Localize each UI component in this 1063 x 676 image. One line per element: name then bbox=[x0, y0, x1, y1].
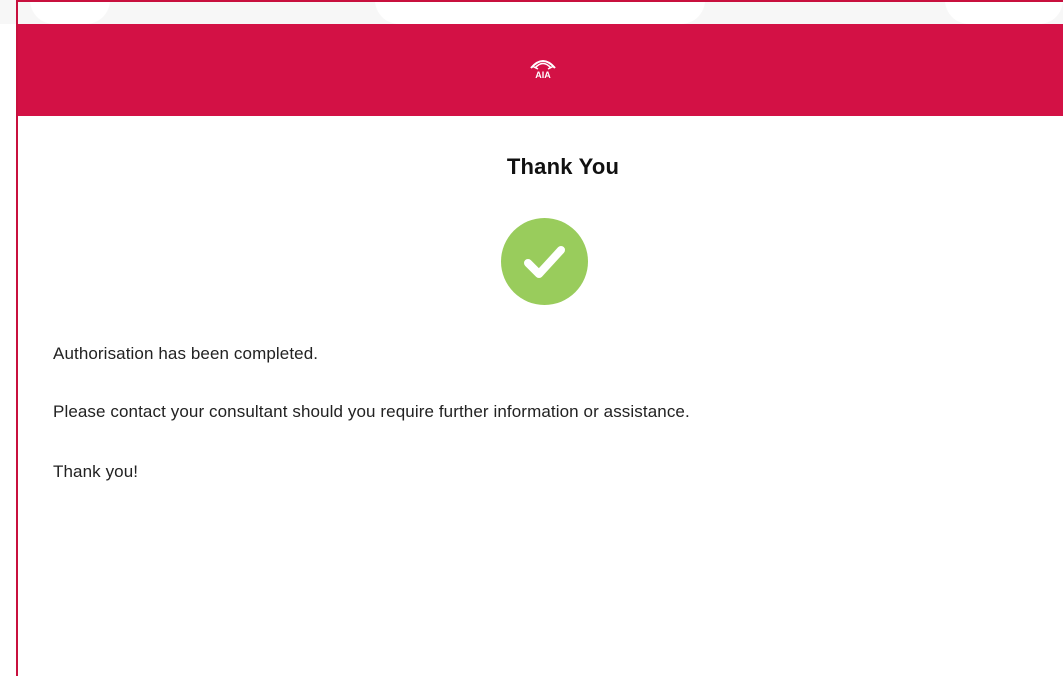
thanks-message: Thank you! bbox=[53, 462, 139, 481]
aia-logo-icon: AIA bbox=[527, 53, 559, 85]
completion-message: Authorisation has been completed. bbox=[53, 344, 319, 363]
contact-message: Please contact your consultant should yo… bbox=[53, 402, 690, 421]
page-title: Thank You bbox=[506, 154, 620, 179]
main-content: Thank You Authorisation has been complet… bbox=[18, 116, 1063, 676]
logo-text: AIA bbox=[535, 70, 551, 80]
check-circle-icon bbox=[501, 218, 588, 305]
header-bar: AIA bbox=[18, 24, 1063, 116]
